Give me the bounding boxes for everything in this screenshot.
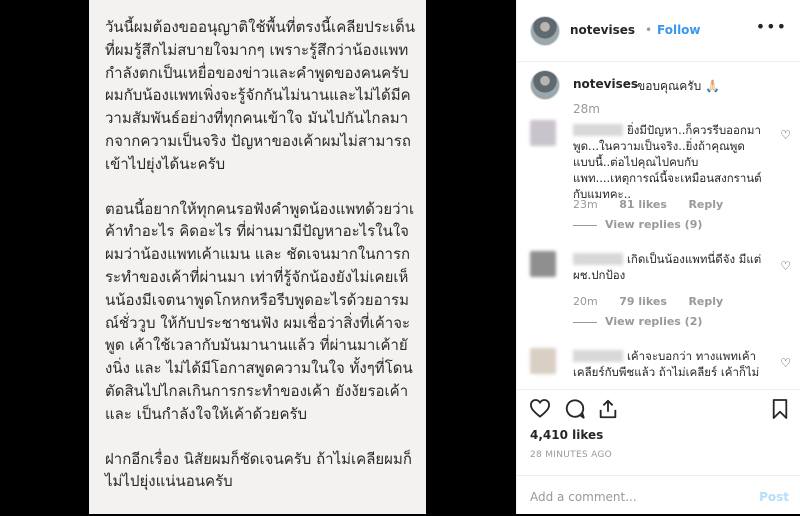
caption: notevises ขอบคุณครับ 🙏🏻 28m xyxy=(517,62,800,122)
comment-item: เค้าจะบอกว่า ทางแพทเค้าเคลียร์กับพีชแล้ว… xyxy=(517,346,800,389)
avatar[interactable] xyxy=(530,251,556,277)
comment-item: ยิ่งมีปัญหา..ก็ควรรีบออกมาพูด...ในความเป… xyxy=(517,120,800,240)
comment-text: ยิ่งมีปัญหา..ก็ควรรีบออกมาพูด...ในความเป… xyxy=(573,123,762,201)
follow-button[interactable]: Follow xyxy=(657,23,701,37)
caption-username[interactable]: notevises xyxy=(573,77,638,91)
header-username[interactable]: notevises xyxy=(570,23,635,37)
avatar[interactable] xyxy=(530,16,560,46)
post-image[interactable]: วันนี้ผมต้องขออนุญาติใช้พื้นที่ตรงนี้เคล… xyxy=(89,0,426,514)
caption-time[interactable]: 28m xyxy=(573,102,600,116)
comment-meta: 20m 79 likes Reply xyxy=(573,295,741,308)
comment-input[interactable]: Add a comment... xyxy=(530,490,637,504)
comment-like-icon[interactable]: ♡ xyxy=(780,128,791,142)
avatar[interactable] xyxy=(530,348,556,374)
comment-meta: 23m 81 likes Reply xyxy=(573,198,741,211)
comment-likes[interactable]: 81 likes xyxy=(619,198,667,211)
separator-dot: • xyxy=(645,23,653,37)
side-panel: notevises • Follow ••• notevises ขอบคุณค… xyxy=(516,0,800,514)
heart-icon[interactable] xyxy=(529,398,551,421)
action-bar: 4,410 likes 28 MINUTES AGO Add a comment… xyxy=(517,389,800,515)
comment-time[interactable]: 20m xyxy=(573,295,598,308)
replies-divider-line xyxy=(573,224,597,226)
comment-item: เกิดเป็นน้องแพทนี่ดีจัง มีแต่ผช.ปกป้อง ♡… xyxy=(517,249,800,349)
comment-icon[interactable] xyxy=(564,398,586,423)
caption-text: ขอบคุณครับ 🙏🏻 xyxy=(637,79,721,93)
view-replies-label[interactable]: View replies (2) xyxy=(605,315,702,328)
post-image-paragraph-2: ตอนนี้อยากให้ทุกคนรอฟังคำพูดน้องแพทด้วยว… xyxy=(105,199,415,423)
comment-like-icon[interactable]: ♡ xyxy=(780,356,791,370)
comment-time[interactable]: 23m xyxy=(573,198,598,211)
reply-button[interactable]: Reply xyxy=(688,295,723,308)
post-time-ago[interactable]: 28 MINUTES AGO xyxy=(530,450,612,460)
add-comment-bar: Add a comment... Post xyxy=(517,475,800,516)
share-icon[interactable] xyxy=(597,398,619,423)
comments-list[interactable]: notevises ขอบคุณครับ 🙏🏻 28m ยิ่งมีปัญหา.… xyxy=(517,62,800,389)
post-button[interactable]: Post xyxy=(759,490,789,504)
comment-like-icon[interactable]: ♡ xyxy=(780,259,791,273)
post-header: notevises • Follow ••• xyxy=(517,0,800,62)
replies-divider-line xyxy=(573,321,597,323)
post-image-paragraph-3: ฝากอีกเรื่อง นิสัยผมก็ชัดเจนครับ ถ้าไม่เ… xyxy=(105,449,412,491)
more-horizontal-icon[interactable]: ••• xyxy=(756,17,787,36)
comment-text: เกิดเป็นน้องแพทนี่ดีจัง มีแต่ผช.ปกป้อง xyxy=(573,252,762,282)
view-replies[interactable]: View replies (2) xyxy=(573,315,702,328)
bookmark-icon[interactable] xyxy=(771,398,789,423)
avatar[interactable] xyxy=(530,70,560,100)
comment-text: เค้าจะบอกว่า ทางแพทเค้าเคลียร์กับพีชแล้ว… xyxy=(573,349,760,379)
post-image-text: วันนี้ผมต้องขออนุญาติใช้พื้นที่ตรงนี้เคล… xyxy=(105,16,415,514)
post-image-paragraph-1: วันนี้ผมต้องขออนุญาติใช้พื้นที่ตรงนี้เคล… xyxy=(105,18,415,173)
view-replies[interactable]: View replies (9) xyxy=(573,218,702,231)
avatar[interactable] xyxy=(530,120,556,146)
comment-likes[interactable]: 79 likes xyxy=(619,295,667,308)
instagram-post-view: วันนี้ผมต้องขออนุญาติใช้พื้นที่ตรงนี้เคล… xyxy=(0,0,800,514)
likes-count[interactable]: 4,410 likes xyxy=(530,428,603,442)
view-replies-label[interactable]: View replies (9) xyxy=(605,218,702,231)
reply-button[interactable]: Reply xyxy=(688,198,723,211)
